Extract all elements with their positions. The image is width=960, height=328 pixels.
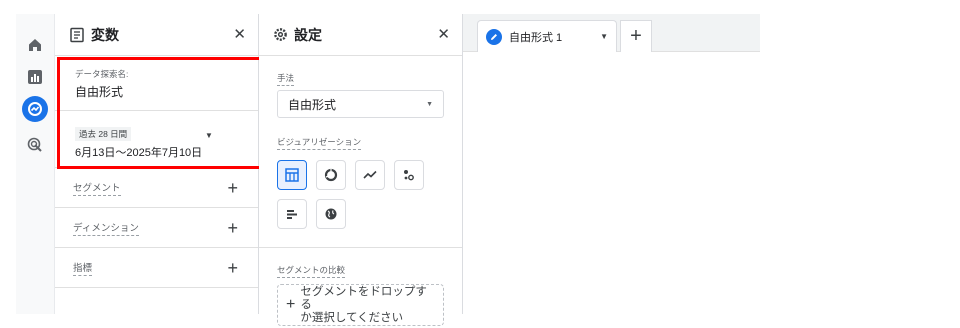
viz-table-button[interactable] (277, 160, 307, 190)
tab-freeform-1[interactable]: 自由形式 1 ▼ (477, 20, 617, 52)
exploration-canvas: 自由形式 1 ▼ + (463, 14, 760, 314)
settings-title: 設定 (294, 26, 322, 43)
date-range-selector[interactable]: 過去 28 日間 6月13日～2025年7月10日 ▼ (55, 111, 258, 168)
variables-header: 変数 ✕ (55, 14, 258, 56)
segments-section: セグメント + (55, 168, 258, 208)
advertising-nav-button[interactable] (22, 132, 48, 158)
date-range-preset-chip: 過去 28 日間 (75, 127, 132, 141)
close-settings-button[interactable]: ✕ (437, 27, 450, 42)
technique-select[interactable]: 自由形式 ▼ (277, 90, 444, 118)
segments-label: セグメント (73, 180, 121, 196)
home-icon (29, 39, 41, 51)
viz-line-button[interactable] (355, 160, 385, 190)
dropzone-text-line2: か選択してください (300, 311, 404, 324)
table-icon (285, 168, 299, 182)
metrics-section: 指標 + (55, 248, 258, 288)
scatter-plot-icon (404, 170, 414, 181)
line-chart-icon (363, 170, 377, 179)
dimensions-label: ディメンション (73, 220, 139, 236)
date-range-dropdown-icon[interactable]: ▼ (205, 131, 213, 140)
dimensions-section: ディメンション + (55, 208, 258, 248)
visualization-options (259, 160, 449, 229)
viz-bar-button[interactable] (277, 199, 307, 229)
donut-chart-icon (324, 168, 338, 182)
technique-value: 自由形式 (288, 97, 337, 112)
variables-icon (70, 27, 84, 42)
gear-icon (274, 28, 287, 41)
settings-header: 設定 ✕ (259, 14, 462, 56)
dropzone-text-line1: セグメントをドロップする (300, 285, 427, 311)
explore-icon (28, 102, 42, 116)
exploration-name-label: データ探索名: (75, 69, 129, 79)
pencil-icon[interactable] (486, 28, 502, 45)
reports-icon (28, 70, 42, 84)
exploration-name-section: データ探索名: 自由形式 (55, 56, 258, 111)
viz-geo-button[interactable] (316, 199, 346, 229)
globe-icon (325, 208, 337, 220)
exploration-name-input[interactable]: 自由形式 (75, 83, 258, 100)
technique-label: 手法 (277, 72, 295, 86)
metrics-label: 指標 (73, 260, 93, 276)
advertising-icon (27, 137, 42, 152)
explore-nav-button[interactable] (22, 96, 48, 122)
add-tab-button[interactable]: + (620, 20, 652, 52)
tab-menu-icon[interactable]: ▼ (600, 32, 608, 41)
viz-scatter-button[interactable] (394, 160, 424, 190)
segment-compare-label: セグメントの比較 (277, 264, 346, 278)
home-nav-button[interactable] (22, 32, 48, 58)
add-metric-button[interactable]: + (227, 259, 238, 277)
bar-chart-icon (287, 210, 297, 219)
dropzone-plus-icon: + (286, 296, 296, 313)
segment-dropzone[interactable]: + セグメントをドロップする か選択してください (277, 284, 444, 326)
tab-strip: 自由形式 1 ▼ + (463, 14, 760, 52)
variables-title: 変数 (91, 26, 119, 43)
reports-nav-button[interactable] (22, 64, 48, 90)
date-range-value: 6月13日～2025年7月10日 (75, 147, 203, 159)
add-dimension-button[interactable]: + (227, 219, 238, 237)
settings-panel: 設定 ✕ 手法 自由形式 ▼ ビジュアリゼーション セグメントの比較 + セグメ… (259, 14, 463, 326)
variables-panel: 変数 ✕ データ探索名: 自由形式 過去 28 日間 6月13日～2025年7月… (54, 14, 259, 314)
left-nav-rail (16, 14, 54, 314)
viz-donut-button[interactable] (316, 160, 346, 190)
close-variables-button[interactable]: ✕ (233, 27, 246, 42)
technique-dropdown-icon: ▼ (426, 100, 433, 108)
visualization-label: ビジュアリゼーション (277, 136, 362, 150)
tab-label: 自由形式 1 (509, 31, 563, 44)
add-segment-button[interactable]: + (227, 179, 238, 197)
